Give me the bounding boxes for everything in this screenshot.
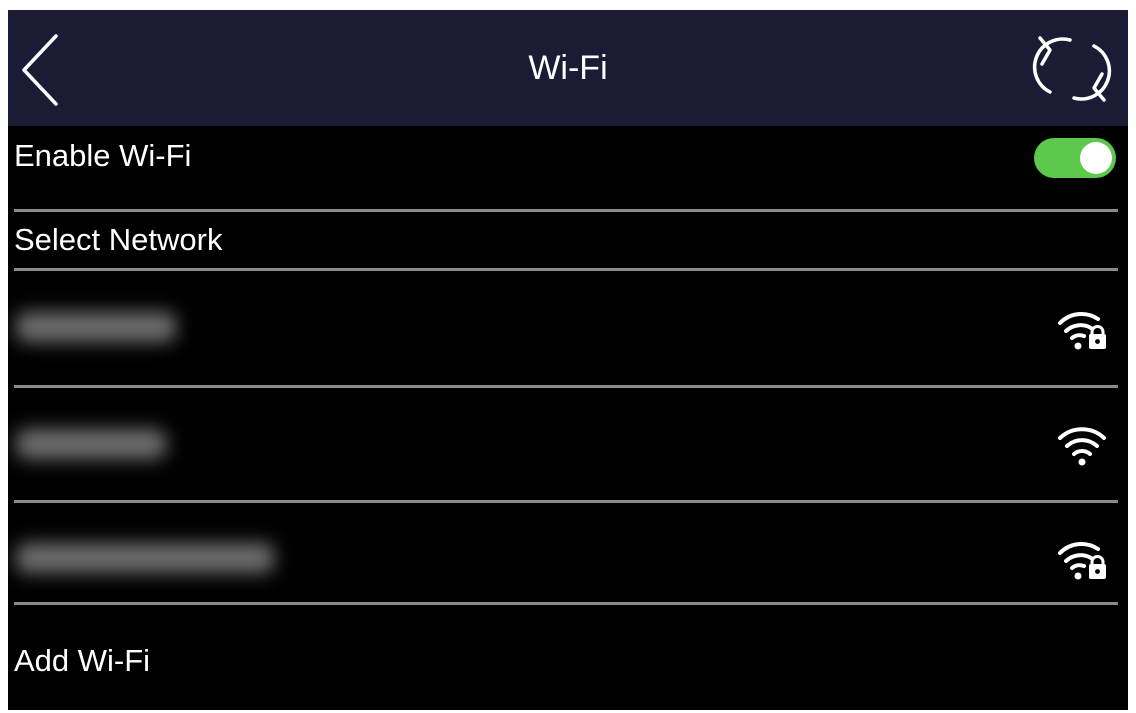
add-wifi-row[interactable]: Add Wi-Fi — [8, 605, 1128, 710]
network-ssid-redacted — [16, 543, 274, 573]
enable-wifi-label: Enable Wi-Fi — [14, 138, 192, 173]
wifi-settings-screen: Wi-Fi Enable Wi-Fi Select Network Add Wi… — [8, 10, 1128, 710]
enable-wifi-toggle[interactable] — [1034, 138, 1116, 178]
chevron-left-icon — [22, 34, 58, 106]
network-ssid-redacted — [16, 312, 176, 342]
wifi-icon — [1058, 427, 1106, 466]
select-network-label: Select Network — [14, 222, 223, 257]
network-item[interactable] — [8, 503, 1128, 603]
divider — [14, 209, 1118, 212]
network-ssid-redacted — [16, 429, 166, 459]
wifi-lock-icon — [1058, 542, 1106, 580]
back-button[interactable] — [14, 30, 70, 110]
toggle-knob — [1080, 142, 1112, 174]
refresh-icon — [1032, 36, 1112, 102]
page-title: Wi-Fi — [528, 49, 608, 87]
network-item[interactable] — [8, 271, 1128, 385]
add-wifi-label: Add Wi-Fi — [14, 643, 151, 678]
header-bar: Wi-Fi — [8, 10, 1128, 126]
wifi-lock-icon — [1058, 312, 1106, 350]
refresh-button[interactable] — [1030, 30, 1114, 108]
network-item[interactable] — [8, 388, 1128, 500]
